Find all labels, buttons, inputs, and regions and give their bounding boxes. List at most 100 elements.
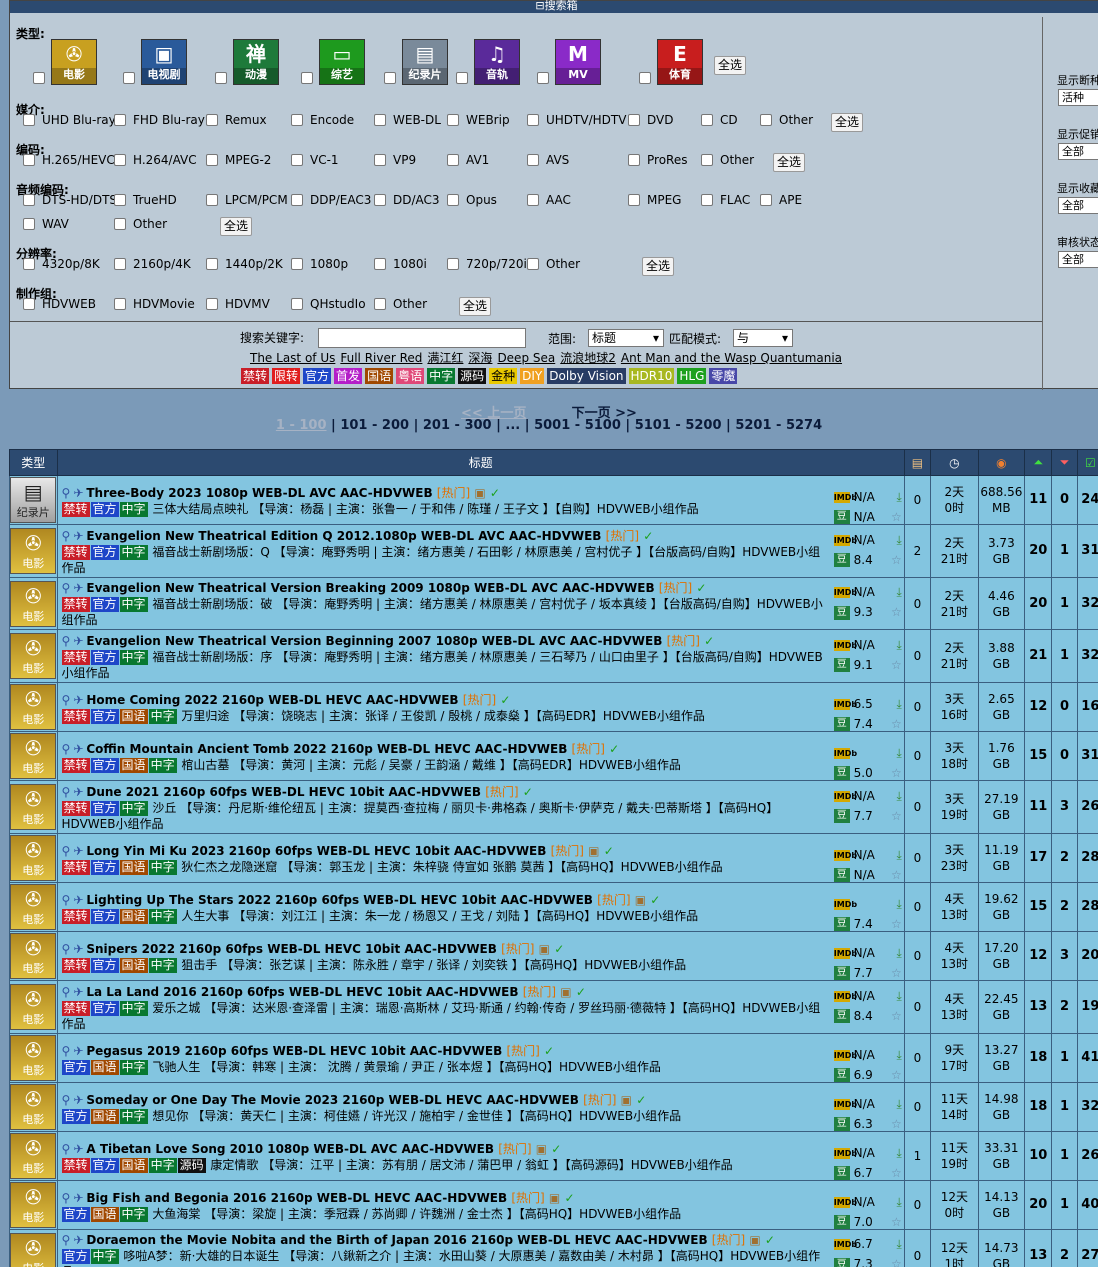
torrent-title-link[interactable]: La La Land 2016 2160p 60fps WEB-DL HEVC … [86,985,518,999]
hot-keyword-link[interactable]: 满江红 [427,351,463,365]
seeders-count[interactable]: 17 [1024,833,1053,883]
download-icon[interactable]: ⤓ [896,786,901,806]
bookmark-icon[interactable]: ✈ [73,893,83,907]
side-filter-select[interactable]: 全部 [1058,143,1098,160]
download-icon[interactable]: ⤓ [896,1094,901,1114]
hot-keyword-link[interactable]: Deep Sea [497,351,555,365]
tag-filter[interactable]: 官方 [303,368,332,384]
bookmark-icon[interactable]: ✈ [73,529,83,543]
pin-icon[interactable]: ⚲ [62,785,71,799]
pin-icon[interactable]: ⚲ [62,1142,71,1156]
category-4[interactable]: ▭ 综艺 [319,39,365,85]
bookmark-icon[interactable]: ✈ [73,693,83,707]
torrent-title-link[interactable]: Someday or One Day The Movie 2023 2160p … [86,1093,579,1107]
tag-filter[interactable]: HLG [677,368,707,384]
star-icon[interactable]: ☆ [891,507,902,527]
table-row[interactable]: ✇ 电影 ⚲ ✈ Coffin Mountain Ancient Tomb 2022 2… [9,731,1098,781]
select-all-button[interactable]: 全选 [642,257,675,276]
category-checkbox[interactable] [301,72,313,84]
category-checkbox[interactable] [123,72,135,84]
pin-icon[interactable]: ⚲ [62,486,71,500]
category-checkbox[interactable] [456,72,468,84]
torrent-title-link[interactable]: Snipers 2022 2160p 60fps WEB-DL HEVC 10b… [86,942,497,956]
tag-filter[interactable]: Dolby Vision [547,368,626,384]
torrent-title-link[interactable]: Long Yin Mi Ku 2023 2160p 60fps WEB-DL H… [86,844,546,858]
filter-checkbox[interactable] [114,298,126,310]
tag-filter[interactable]: 中字 [427,368,456,384]
download-icon[interactable]: ⤓ [896,845,901,865]
filter-checkbox[interactable] [527,154,539,166]
filter-checkbox[interactable] [291,154,303,166]
torrent-title-link[interactable]: Evangelion New Theatrical Version Breaki… [86,581,654,595]
filter-checkbox[interactable] [206,154,218,166]
torrent-title-link[interactable]: A Tibetan Love Song 2010 1080p WEB-DL AV… [86,1142,494,1156]
pin-icon[interactable]: ⚲ [62,634,71,648]
table-row[interactable]: ✇ 电影 ⚲ ✈ Dune 2021 2160p 60fps WEB-DL HEVC 1… [9,780,1098,834]
category-6[interactable]: ♫ 音轨 [474,39,520,85]
category-badge[interactable]: ✇ 电影 [10,733,57,779]
comments-count[interactable]: 0 [903,980,932,1034]
leechers-count[interactable]: 1 [1051,577,1078,630]
filter-checkbox[interactable] [291,114,303,126]
filter-checkbox[interactable] [23,194,35,206]
star-icon[interactable]: ☆ [891,1163,902,1183]
page-link[interactable]: 101 - 200 [340,418,409,433]
seeders-count[interactable]: 21 [1024,629,1053,683]
bookmark-icon[interactable]: ✈ [73,634,83,648]
hot-keyword-link[interactable]: The Last of Us [250,351,335,365]
comments-count[interactable]: 0 [903,1229,932,1267]
torrent-title-link[interactable]: Coffin Mountain Ancient Tomb 2022 2160p … [86,742,567,756]
star-icon[interactable]: ☆ [891,1254,902,1267]
bookmark-icon[interactable]: ✈ [73,742,83,756]
hot-keyword-link[interactable]: Full River Red [340,351,422,365]
leechers-count[interactable]: 2 [1051,833,1078,883]
comments-count[interactable]: 0 [903,682,932,732]
filter-checkbox[interactable] [374,298,386,310]
seeders-count[interactable]: 15 [1024,731,1053,781]
category-checkbox[interactable] [33,72,45,84]
pin-icon[interactable]: ⚲ [62,1191,71,1205]
size-icon[interactable]: ◉ [977,449,1026,476]
completed-count[interactable]: 26 [1076,1131,1098,1181]
table-row[interactable]: ✇ 电影 ⚲ ✈ Evangelion New Theatrical Version B… [9,577,1098,630]
filter-checkbox[interactable] [527,194,539,206]
pin-icon[interactable]: ⚲ [62,693,71,707]
category-1[interactable]: ✇ 电影 [51,39,97,85]
completed-count[interactable]: 32 [1076,577,1098,630]
filter-checkbox[interactable] [760,114,772,126]
seeders-count[interactable]: 13 [1024,980,1053,1034]
category-badge[interactable]: ✇ 电影 [10,1035,57,1081]
filter-checkbox[interactable] [628,194,640,206]
category-5[interactable]: ▤ 纪录片 [402,39,448,85]
filter-checkbox[interactable] [628,114,640,126]
leechers-count[interactable]: 1 [1051,1082,1078,1132]
seeders-icon[interactable]: ⏶ [1024,449,1053,476]
col-type[interactable]: 类型 [9,449,58,476]
download-icon[interactable]: ⤓ [896,694,901,714]
tag-filter[interactable]: HDR10 [628,368,675,384]
category-checkbox[interactable] [639,72,651,84]
tag-filter[interactable]: 零魔 [709,368,738,384]
filter-checkbox[interactable] [447,258,459,270]
filter-checkbox[interactable] [206,194,218,206]
filter-checkbox[interactable] [374,258,386,270]
comments-count[interactable]: 1 [903,1131,932,1181]
category-badge[interactable]: ✇ 电影 [10,633,57,679]
completed-count[interactable]: 20 [1076,931,1098,981]
table-row[interactable]: ✇ 电影 ⚲ ✈ Evangelion New Theatrical Edition Q… [9,524,1098,578]
side-filter-select[interactable]: 全部 [1058,251,1098,268]
download-icon[interactable]: ⤓ [896,1045,901,1065]
category-2[interactable]: ▣ 电视剧 [141,39,187,85]
tag-filter[interactable]: 源码 [458,368,487,384]
select-all-button[interactable]: 全选 [220,217,253,236]
leechers-count[interactable]: 1 [1051,524,1078,578]
torrent-title-link[interactable]: Evangelion New Theatrical Version Beginn… [86,634,662,648]
page-link[interactable]: ... [505,418,520,433]
completed-count[interactable]: 32 [1076,1082,1098,1132]
download-icon[interactable]: ⤓ [896,582,901,602]
filter-checkbox[interactable] [23,298,35,310]
seeders-count[interactable]: 20 [1024,577,1053,630]
leechers-count[interactable]: 1 [1051,1131,1078,1181]
seeders-count[interactable]: 12 [1024,682,1053,732]
download-icon[interactable]: ⤓ [896,1143,901,1163]
